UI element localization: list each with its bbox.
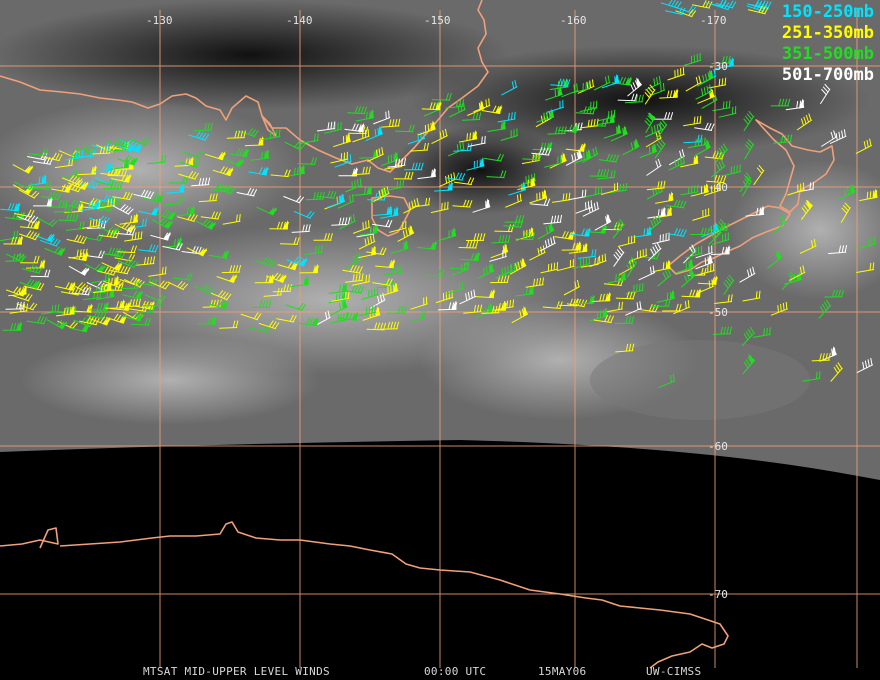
footer-source: UW-CIMSS — [646, 665, 702, 678]
lon-label-150: -150 — [424, 14, 451, 27]
lat-label-50: -50 — [708, 306, 728, 319]
satellite-map: -130 -140 -150 -160 -170 -30 -40 -50 -60… — [0, 0, 880, 669]
lon-label-170: -170 — [700, 14, 727, 27]
lon-label-140: -140 — [286, 14, 313, 27]
lon-label-130: -130 — [146, 14, 173, 27]
legend-item-251-350mb: 251-350mb — [781, 23, 874, 43]
footer-time: 00:00 UTC — [424, 665, 487, 678]
legend-item-351-500mb: 351-500mb — [781, 44, 874, 64]
footer-caption: MTSAT MID-UPPER LEVEL WINDS 00:00 UTC 15… — [0, 665, 880, 679]
lon-label-160: -160 — [560, 14, 587, 27]
footer-product: MTSAT MID-UPPER LEVEL WINDS — [143, 665, 330, 678]
lat-label-70: -70 — [708, 588, 728, 601]
lat-label-30: -30 — [708, 60, 728, 73]
legend-item-501-700mb: 501-700mb — [781, 65, 874, 85]
pressure-level-legend: 150-250mb 251-350mb 351-500mb 501-700mb — [782, 2, 874, 86]
legend-item-150-250mb: 150-250mb — [781, 2, 874, 22]
lat-label-40: -40 — [708, 181, 728, 194]
footer-date: 15MAY06 — [538, 665, 587, 678]
antarctica-coastline — [0, 521, 729, 669]
lat-label-60: -60 — [708, 440, 728, 453]
